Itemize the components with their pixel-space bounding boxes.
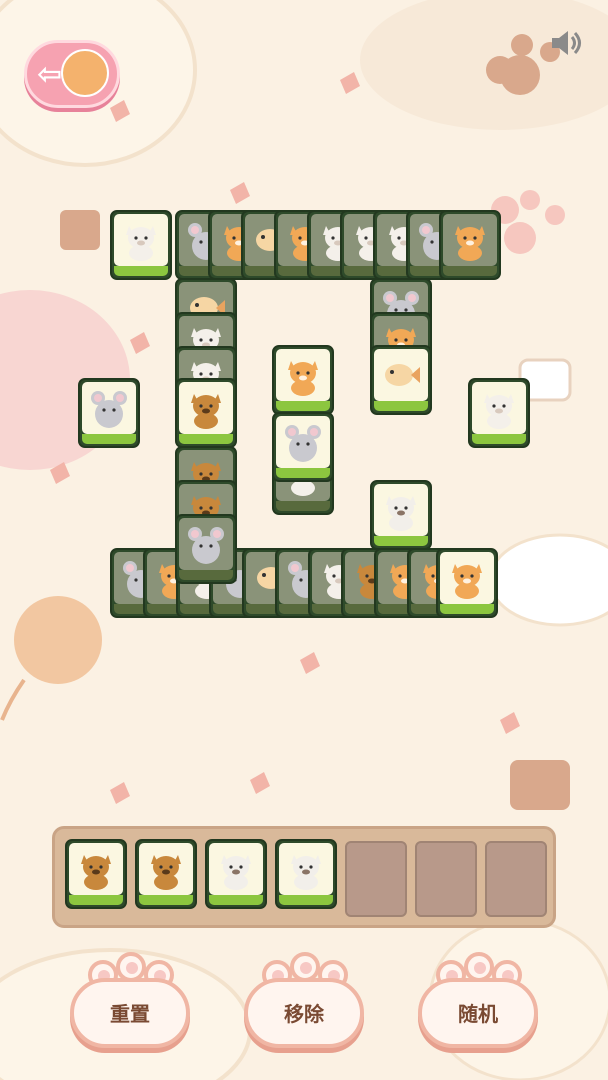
tile-base	[472, 434, 526, 444]
tile-cat-white[interactable]	[110, 210, 172, 280]
tile-face	[443, 214, 497, 266]
cat-white-icon	[126, 226, 156, 261]
tile-face	[374, 484, 428, 536]
tile-face	[114, 214, 168, 266]
tile-face	[209, 843, 263, 895]
back-button[interactable]: ⇦	[24, 40, 120, 108]
speaker-icon	[552, 31, 581, 55]
cat-ragdoll-icon	[386, 496, 416, 531]
tile-base	[279, 895, 333, 905]
tile-base	[374, 401, 428, 411]
tile-base	[69, 895, 123, 905]
tile-face	[179, 382, 233, 434]
mouse-icon	[91, 391, 127, 428]
mouse-icon	[285, 425, 321, 462]
tile-base	[209, 895, 263, 905]
tray-tile-cat-tabby	[65, 839, 127, 909]
tile-face	[179, 518, 233, 570]
remove-button[interactable]: 移除	[244, 952, 364, 1052]
tray-slot-empty	[485, 841, 547, 917]
tile-face	[69, 843, 123, 895]
tray-slot-empty	[415, 841, 477, 917]
tile-face	[472, 382, 526, 434]
tray-tile-cat-tabby	[135, 839, 197, 909]
back-arrow-icon: ⇦	[37, 56, 63, 92]
cat-tabby-icon	[151, 855, 181, 890]
tile-face	[374, 349, 428, 401]
reset-label: 重置	[110, 1002, 150, 1026]
tile-base	[276, 401, 330, 411]
cat-tabby-icon	[81, 855, 111, 890]
tile-base	[276, 468, 330, 478]
shuffle-button[interactable]: 随机	[418, 952, 538, 1052]
fish-icon	[385, 364, 420, 386]
tile-cat-orange[interactable]	[436, 548, 498, 618]
tile-base	[82, 434, 136, 444]
cat-tabby-icon	[191, 394, 221, 429]
tile-mouse	[175, 514, 237, 584]
cat-white-icon	[484, 394, 514, 429]
tile-base	[114, 266, 168, 276]
tray-slot-empty	[345, 841, 407, 917]
tile-face	[139, 843, 193, 895]
tile-base	[276, 501, 330, 511]
tile-base	[440, 604, 494, 614]
cat-orange-icon	[452, 564, 482, 599]
tile-cat-white[interactable]	[468, 378, 530, 448]
tile-fish[interactable]	[370, 345, 432, 415]
sound-toggle-button[interactable]	[548, 26, 582, 60]
tile-face	[276, 349, 330, 401]
tile-face	[82, 382, 136, 434]
tile-cat-orange	[439, 210, 501, 280]
tile-tray	[52, 826, 556, 928]
tile-mouse[interactable]	[78, 378, 140, 448]
reset-button[interactable]: 重置	[70, 952, 190, 1052]
remove-label: 移除	[284, 1002, 324, 1026]
tile-base	[374, 536, 428, 546]
cat-orange-icon	[288, 361, 318, 396]
tile-cat-ragdoll[interactable]	[370, 480, 432, 550]
tray-tile-cat-ragdoll	[205, 839, 267, 909]
tile-base	[179, 570, 233, 580]
tile-base	[139, 895, 193, 905]
tile-cat-tabby[interactable]	[175, 378, 237, 448]
shuffle-label: 随机	[458, 1002, 498, 1026]
tile-base	[179, 434, 233, 444]
cat-orange-icon	[455, 226, 485, 261]
mouse-icon	[188, 527, 224, 564]
cat-ragdoll-icon	[221, 855, 251, 890]
cat-ragdoll-icon	[291, 855, 321, 890]
cat-avatar-icon	[61, 49, 109, 97]
tray-tile-cat-ragdoll	[275, 839, 337, 909]
tile-mouse[interactable]	[272, 412, 334, 482]
tile-face	[440, 552, 494, 604]
tile-cat-orange[interactable]	[272, 345, 334, 415]
tile-base	[443, 266, 497, 276]
tile-face	[279, 843, 333, 895]
tile-face	[276, 416, 330, 468]
